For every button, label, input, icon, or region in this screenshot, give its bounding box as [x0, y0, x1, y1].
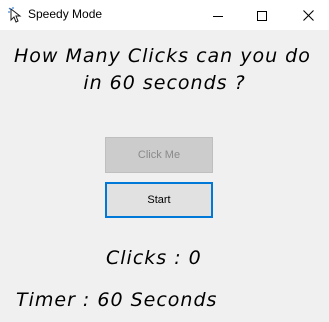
minimize-button[interactable] [195, 0, 241, 30]
heading-line-1: How Many Clicks can you do [14, 45, 311, 67]
app-window: Speedy Mode How Many Clicks can you do i… [0, 0, 329, 322]
click-me-button[interactable]: Click Me [105, 137, 213, 173]
close-button[interactable] [285, 0, 329, 30]
minimize-icon [213, 6, 223, 25]
timer-display: Timer : 60 Seconds [16, 289, 218, 311]
maximize-button[interactable] [239, 0, 285, 30]
close-icon [302, 6, 314, 25]
clicks-counter: Clicks : 0 [106, 247, 202, 269]
cursor-icon [8, 7, 22, 23]
title-bar[interactable]: Speedy Mode [0, 0, 329, 30]
start-button[interactable]: Start [105, 182, 213, 218]
window-title: Speedy Mode [28, 7, 103, 21]
heading-line-2: in 60 seconds ? [83, 72, 246, 94]
maximize-icon [257, 6, 267, 25]
